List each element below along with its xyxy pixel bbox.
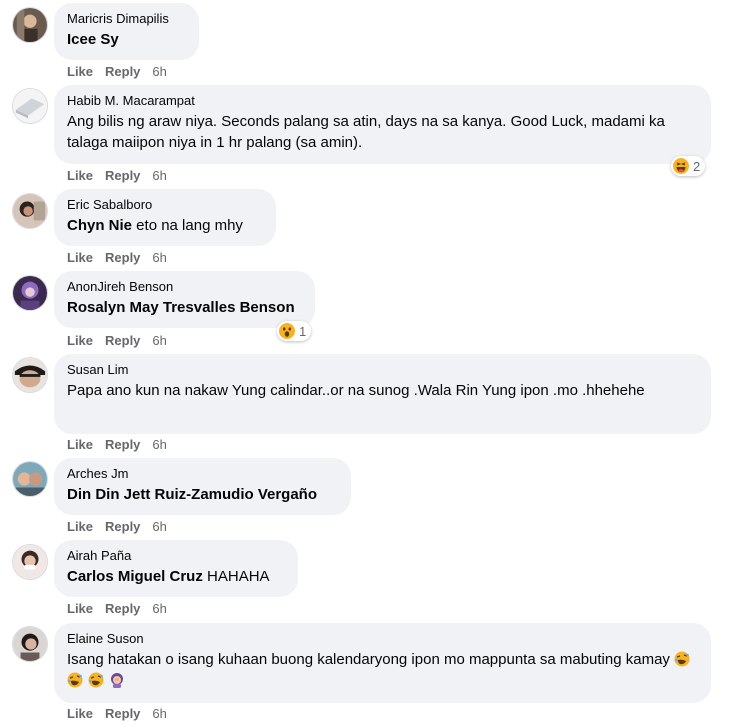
rofl-emoji-icon bbox=[674, 651, 690, 667]
haha-emoji-icon bbox=[673, 158, 689, 174]
tagged-user[interactable]: Din Din Jett Ruiz-Zamudio Vergaño bbox=[67, 486, 317, 503]
reply-button[interactable]: Reply bbox=[105, 250, 140, 265]
comment-timestamp[interactable]: 6h bbox=[152, 333, 166, 348]
comment-actions: Like Reply 6h bbox=[67, 519, 167, 534]
reaction-count: 1 bbox=[299, 323, 307, 339]
tagged-user[interactable]: Rosalyn May Tresvalles Benson bbox=[67, 299, 295, 316]
like-button[interactable]: Like bbox=[67, 168, 93, 183]
comment-bubble: Maricris Dimapilis Icee Sy bbox=[54, 3, 199, 60]
woman-facepalming-emoji-icon bbox=[111, 673, 124, 688]
like-button[interactable]: Like bbox=[67, 601, 93, 616]
comment-actions: Like Reply 6h bbox=[67, 333, 167, 348]
reaction-badge[interactable]: 1 bbox=[277, 321, 312, 341]
comment-author[interactable]: Maricris Dimapilis bbox=[67, 11, 187, 27]
avatar[interactable] bbox=[12, 544, 48, 580]
comment-bubble: Eric Sabalboro Chyn Nie eto na lang mhy bbox=[54, 189, 276, 246]
rofl-emoji-icon bbox=[67, 672, 83, 688]
comment-author[interactable]: Elaine Suson bbox=[67, 631, 699, 647]
comment-text: Isang hatakan o isang kuhaan buong kalen… bbox=[67, 649, 699, 691]
like-button[interactable]: Like bbox=[67, 333, 93, 348]
wow-emoji-icon bbox=[279, 323, 295, 339]
comment-timestamp[interactable]: 6h bbox=[152, 168, 166, 183]
avatar[interactable] bbox=[12, 275, 48, 311]
tagged-user[interactable]: Icee Sy bbox=[67, 31, 119, 48]
comment-timestamp[interactable]: 6h bbox=[152, 250, 166, 265]
reaction-badge[interactable]: 2 bbox=[671, 156, 706, 176]
comment-text: Rosalyn May Tresvalles Benson bbox=[67, 297, 303, 318]
comment-timestamp[interactable]: 6h bbox=[152, 437, 166, 452]
rofl-emoji-icon bbox=[88, 672, 104, 688]
reply-button[interactable]: Reply bbox=[105, 333, 140, 348]
like-button[interactable]: Like bbox=[67, 437, 93, 452]
comment-author[interactable]: AnonJireh Benson bbox=[67, 279, 303, 295]
avatar[interactable] bbox=[12, 357, 48, 393]
comment-author[interactable]: Arches Jm bbox=[67, 466, 339, 482]
comment-author[interactable]: Eric Sabalboro bbox=[67, 197, 264, 213]
comment-timestamp[interactable]: 6h bbox=[152, 519, 166, 534]
comment-bubble: Airah Paña Carlos Miguel Cruz HAHAHA bbox=[54, 540, 298, 597]
comment-text: Chyn Nie eto na lang mhy bbox=[67, 217, 243, 234]
comment-actions: Like Reply 6h bbox=[67, 250, 167, 265]
comment-author[interactable]: Habib M. Macarampat bbox=[67, 93, 699, 109]
reply-button[interactable]: Reply bbox=[105, 706, 140, 721]
reply-button[interactable]: Reply bbox=[105, 64, 140, 79]
avatar[interactable] bbox=[12, 88, 48, 124]
like-button[interactable]: Like bbox=[67, 519, 93, 534]
like-button[interactable]: Like bbox=[67, 706, 93, 721]
avatar[interactable] bbox=[12, 461, 48, 497]
reply-button[interactable]: Reply bbox=[105, 168, 140, 183]
comment-timestamp[interactable]: 6h bbox=[152, 706, 166, 721]
like-button[interactable]: Like bbox=[67, 64, 93, 79]
comment-actions: Like Reply 6h bbox=[67, 168, 167, 183]
comment-text: Papa ano kun na nakaw Yung calindar..or … bbox=[67, 382, 645, 399]
avatar[interactable] bbox=[12, 626, 48, 662]
comment-bubble: Susan Lim Papa ano kun na nakaw Yung cal… bbox=[54, 354, 711, 434]
avatar[interactable] bbox=[12, 7, 48, 43]
comment-author[interactable]: Susan Lim bbox=[67, 362, 699, 378]
comment-text: Carlos Miguel Cruz HAHAHA bbox=[67, 568, 270, 585]
avatar[interactable] bbox=[12, 193, 48, 229]
comment-bubble: Habib M. Macarampat Ang bilis ng araw ni… bbox=[54, 85, 711, 164]
comment-timestamp[interactable]: 6h bbox=[152, 601, 166, 616]
tagged-user[interactable]: Chyn Nie bbox=[67, 217, 132, 234]
comment-actions: Like Reply 6h bbox=[67, 437, 167, 452]
comment-actions: Like Reply 6h bbox=[67, 601, 167, 616]
reply-button[interactable]: Reply bbox=[105, 437, 140, 452]
reply-button[interactable]: Reply bbox=[105, 601, 140, 616]
tagged-user[interactable]: Carlos Miguel Cruz bbox=[67, 568, 203, 585]
reply-button[interactable]: Reply bbox=[105, 519, 140, 534]
comment-actions: Like Reply 6h bbox=[67, 64, 167, 79]
comment-bubble: AnonJireh Benson Rosalyn May Tresvalles … bbox=[54, 271, 315, 328]
comment-author[interactable]: Airah Paña bbox=[67, 548, 286, 564]
comment-timestamp[interactable]: 6h bbox=[152, 64, 166, 79]
comment-bubble: Arches Jm Din Din Jett Ruiz-Zamudio Verg… bbox=[54, 458, 351, 515]
comment-text: Din Din Jett Ruiz-Zamudio Vergaño bbox=[67, 484, 339, 505]
reaction-count: 2 bbox=[693, 158, 701, 174]
comment-text: Icee Sy bbox=[67, 29, 187, 50]
like-button[interactable]: Like bbox=[67, 250, 93, 265]
comment-actions: Like Reply 6h bbox=[67, 706, 167, 721]
comment-bubble: Elaine Suson Isang hatakan o isang kuhaa… bbox=[54, 623, 711, 703]
comment-text: Ang bilis ng araw niya. Seconds palang s… bbox=[67, 113, 665, 151]
